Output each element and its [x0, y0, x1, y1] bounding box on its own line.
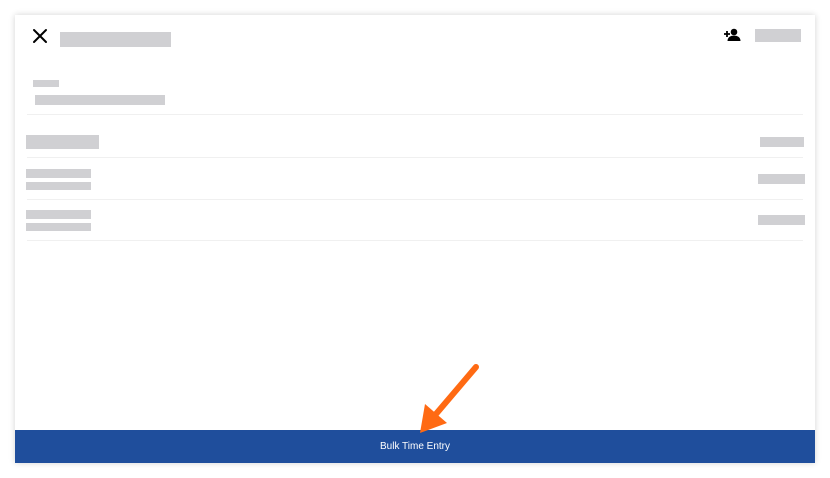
add-person-button[interactable] [723, 27, 741, 43]
list-item-value-placeholder [758, 174, 805, 184]
person-add-icon [724, 28, 741, 41]
list-header-placeholder [26, 135, 99, 149]
list-item-title-placeholder [26, 169, 91, 178]
list-item-divider [27, 240, 803, 241]
section-divider [27, 114, 803, 115]
bulk-time-entry-button[interactable]: Bulk Time Entry [15, 430, 815, 463]
header-action-placeholder[interactable] [755, 29, 801, 42]
page-title-placeholder [60, 32, 171, 47]
list-item[interactable] [15, 200, 815, 240]
detail-label-placeholder [33, 80, 59, 87]
close-button[interactable] [31, 27, 49, 45]
detail-value-placeholder [35, 95, 165, 105]
list-header-right-placeholder [760, 137, 804, 147]
list-item-title-placeholder [26, 210, 91, 219]
close-icon [33, 29, 47, 43]
bulk-time-entry-modal: Bulk Time Entry [15, 15, 815, 463]
list-item-subtitle-placeholder [26, 182, 91, 190]
list-item[interactable] [15, 158, 815, 199]
list-item-value-placeholder [758, 215, 805, 225]
list-item-subtitle-placeholder [26, 223, 91, 231]
bulk-time-entry-label: Bulk Time Entry [379, 441, 451, 452]
